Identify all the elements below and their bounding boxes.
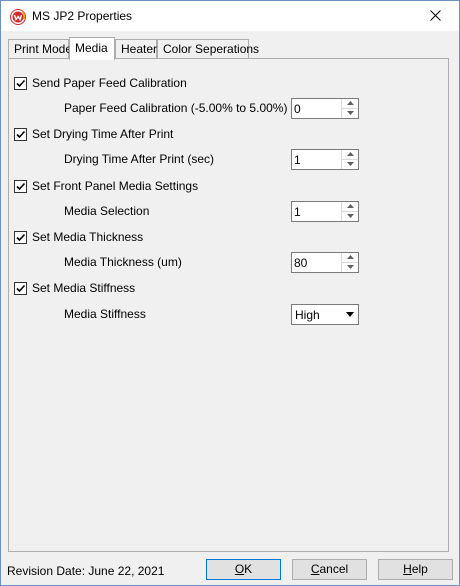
spinner-arrows [341,253,358,272]
media-stiffness-label: Media Stiffness [64,307,146,321]
set-front-panel-media-checkbox[interactable]: Set Front Panel Media Settings [14,178,198,194]
spinner-arrows [341,150,358,169]
spin-down-button[interactable] [342,212,358,221]
checkbox-label: Send Paper Feed Calibration [32,76,187,90]
tab-print-mode[interactable]: Print Mode [8,39,72,58]
field-row: Media Selection [64,203,149,219]
field-row: Paper Feed Calibration (-5.00% to 5.00%) [64,100,287,116]
checkmark-icon [16,284,26,292]
checkbox-box[interactable] [14,76,27,90]
checkbox-box[interactable] [14,281,27,295]
checkbox-box[interactable] [14,179,27,193]
help-accel: H [403,562,412,576]
spin-up-button[interactable] [342,202,358,212]
field-row: Media Stiffness [64,306,146,322]
tab-media[interactable]: Media [69,37,115,60]
properties-window: MS JP2 Properties Print Mode Media Heate… [0,0,460,586]
arrow-up-icon [347,152,354,156]
media-thickness-label: Media Thickness (um) [64,255,182,269]
field-row: Drying Time After Print (sec) [64,151,214,167]
ok-button[interactable]: OK [206,559,281,580]
set-media-thickness-checkbox[interactable]: Set Media Thickness [14,229,143,245]
media-selection-label: Media Selection [64,204,150,218]
spin-down-button[interactable] [342,160,358,169]
drying-time-input[interactable] [292,150,346,169]
tab-color-seperations[interactable]: Color Seperations [157,39,259,58]
revision-date: Revision Date: June 22, 2021 [7,564,165,578]
media-selection-input[interactable] [292,202,346,221]
set-drying-time-checkbox[interactable]: Set Drying Time After Print [14,126,173,142]
chevron-down-icon [346,312,354,317]
send-paper-feed-calibration-checkbox[interactable]: Send Paper Feed Calibration [14,75,187,91]
checkmark-icon [16,233,26,241]
spinner-arrows [341,202,358,221]
checkbox-label: Set Media Thickness [32,230,144,244]
cancel-button[interactable]: Cancel [292,559,367,580]
close-button[interactable] [413,1,459,31]
checkmark-icon [16,130,26,138]
ok-accel: O [234,562,245,576]
spin-up-button[interactable] [342,150,358,160]
paper-feed-calibration-input[interactable] [292,99,346,118]
paper-feed-calibration-label: Paper Feed Calibration (-5.00% to 5.00%) [64,101,288,115]
arrow-up-icon [347,101,354,105]
arrow-down-icon [347,111,354,115]
spin-up-button[interactable] [342,99,358,109]
checkbox-label: Set Front Panel Media Settings [32,179,199,193]
help-button[interactable]: Help [378,559,453,580]
tab-heater[interactable]: Heater [115,39,157,58]
spin-down-button[interactable] [342,263,358,272]
media-thickness-input[interactable] [292,253,346,272]
checkmark-icon [16,79,26,87]
app-logo-icon [10,9,26,25]
dropdown-button[interactable] [341,305,358,324]
drying-time-spinner[interactable] [291,149,359,170]
checkbox-label: Set Drying Time After Print [32,127,174,141]
field-row: Media Thickness (um) [64,254,182,270]
arrow-down-icon [347,265,354,269]
spin-up-button[interactable] [342,253,358,263]
checkbox-box[interactable] [14,230,27,244]
media-thickness-spinner[interactable] [291,252,359,273]
ok-label-rest: K [244,562,253,576]
arrow-down-icon [347,214,354,218]
media-stiffness-select[interactable]: High [291,304,359,325]
media-stiffness-value: High [295,308,320,322]
window-title: MS JP2 Properties [32,9,133,23]
arrow-up-icon [347,255,354,259]
paper-feed-calibration-spinner[interactable] [291,98,359,119]
close-icon [430,10,441,21]
arrow-down-icon [347,162,354,166]
media-selection-spinner[interactable] [291,201,359,222]
spin-down-button[interactable] [342,109,358,118]
arrow-up-icon [347,204,354,208]
spinner-arrows [341,99,358,118]
help-label-rest: elp [411,562,428,576]
checkmark-icon [16,182,26,190]
drying-time-label: Drying Time After Print (sec) [64,152,215,166]
cancel-label-rest: ancel [319,562,349,576]
title-bar[interactable]: MS JP2 Properties [1,1,459,31]
checkbox-box[interactable] [14,127,27,141]
checkbox-label: Set Media Stiffness [32,281,136,295]
set-media-stiffness-checkbox[interactable]: Set Media Stiffness [14,280,135,296]
